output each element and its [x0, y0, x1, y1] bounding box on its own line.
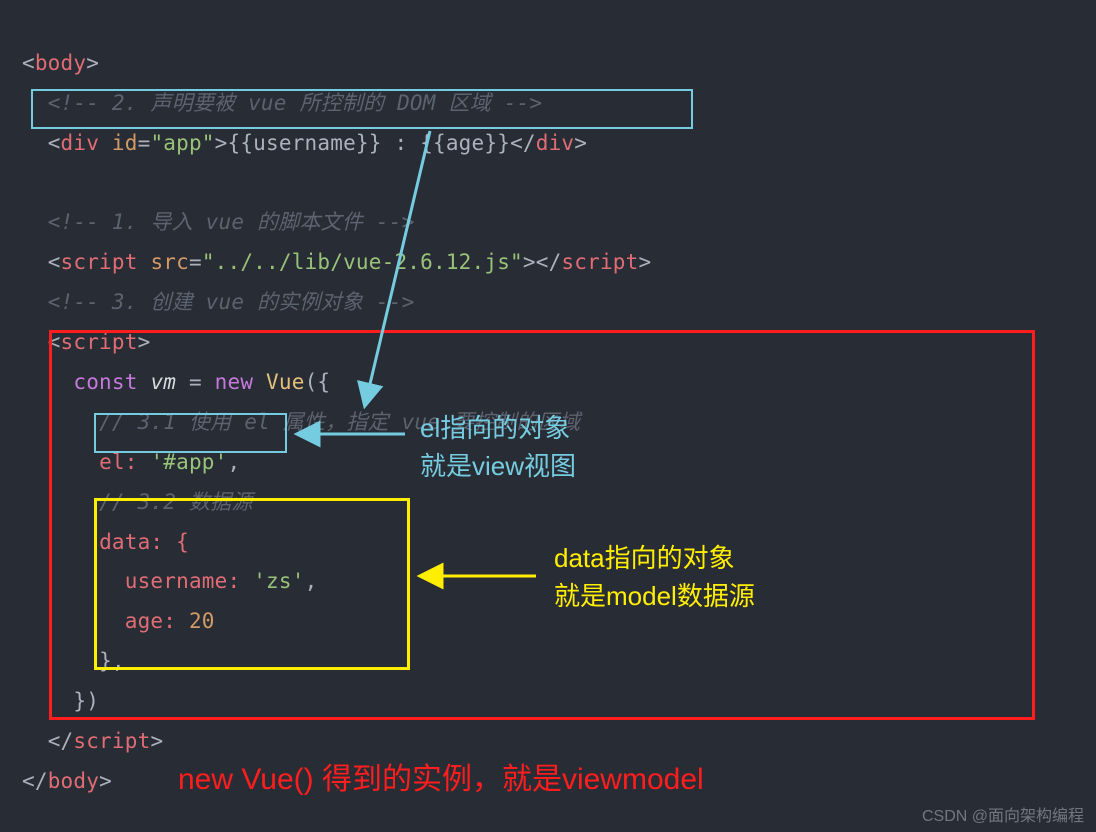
- code-line: el: '#app',: [99, 450, 240, 474]
- code-block: <body> <!-- 2. 声明要被 vue 所控制的 DOM 区域 --> …: [0, 0, 651, 802]
- code-line: age: 20: [125, 609, 215, 633]
- comment-line: <!-- 3. 创建 vue 的实例对象 -->: [48, 290, 415, 314]
- code-line: <script src="../../lib/vue-2.6.12.js"></…: [48, 250, 652, 274]
- code-line: </body>: [22, 769, 112, 793]
- code-line: username: 'zs',: [125, 569, 318, 593]
- comment-line: // 3.2 数据源: [99, 490, 253, 514]
- code-line: </script>: [48, 729, 164, 753]
- code-line: <div id="app">{{username}} : {{age}}</di…: [48, 131, 587, 155]
- comment-line: // 3.1 使用 el 属性，指定 vue 要控制的区域: [99, 410, 580, 434]
- comment-line: <!-- 2. 声明要被 vue 所控制的 DOM 区域 -->: [48, 91, 543, 115]
- code-line: data: {: [99, 530, 189, 554]
- code-line: },: [99, 649, 125, 673]
- code-line: const vm = new Vue({: [73, 370, 330, 394]
- code-line: <script>: [48, 330, 151, 354]
- code-line: <body>: [22, 51, 99, 75]
- watermark: CSDN @面向架构编程: [922, 802, 1084, 826]
- code-line: }): [73, 689, 99, 713]
- comment-line: <!-- 1. 导入 vue 的脚本文件 -->: [48, 210, 415, 234]
